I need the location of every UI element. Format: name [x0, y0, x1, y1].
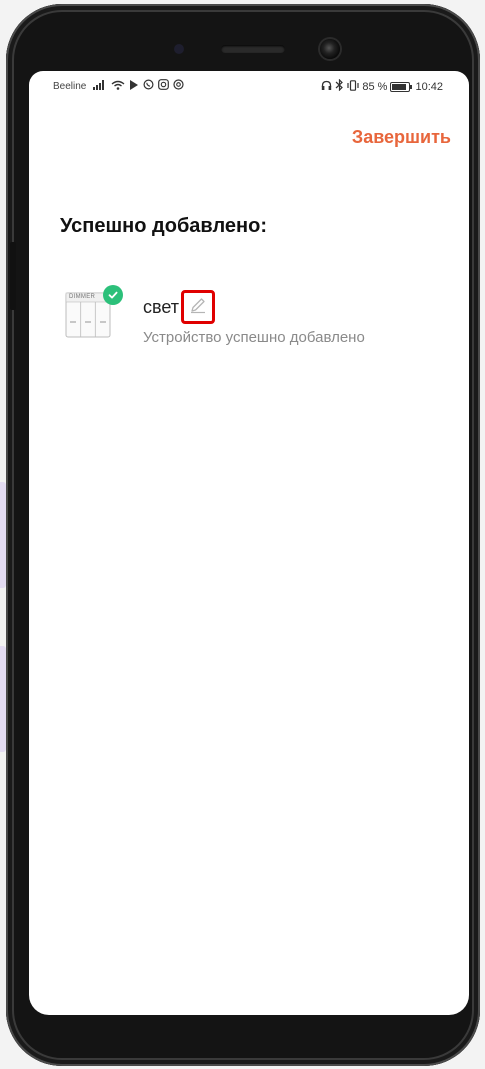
proximity-sensor [174, 44, 184, 54]
bluetooth-icon [335, 78, 344, 94]
carrier-name: Beeline [53, 81, 87, 92]
play-icon [129, 79, 139, 93]
battery-percent: 85 % [362, 80, 388, 93]
wifi-icon [111, 80, 125, 93]
front-camera [320, 39, 340, 59]
device-status: Устройство успешно добавлено [143, 329, 365, 346]
page-title: Успешно добавлено: [60, 215, 267, 237]
notification-icons [93, 79, 184, 93]
system-icons: 85 % 10:42 [321, 78, 443, 94]
device-list-item: DIMMER свет Устройство успешно добавлено [65, 285, 445, 347]
signal-icon [93, 79, 107, 93]
whatsapp-icon [143, 79, 154, 93]
pencil-icon [189, 296, 207, 319]
instagram-icon [158, 79, 169, 93]
side-button [10, 242, 16, 310]
finish-button[interactable]: Завершить [352, 127, 451, 148]
vibrate-icon [347, 79, 359, 94]
app-screen: Beeline 85 % 10:42 Завершить Успешно доб… [29, 71, 469, 1015]
headphones-icon [321, 80, 332, 94]
battery-icon [390, 81, 413, 92]
success-check-icon [103, 285, 123, 305]
clock: 10:42 [415, 80, 443, 93]
device-name: свет [143, 297, 180, 317]
status-bar: Beeline 85 % 10:42 [29, 71, 469, 101]
dimmer-label: DIMMER [69, 294, 96, 300]
at-icon [173, 79, 184, 93]
earpiece [221, 45, 285, 53]
edit-name-button[interactable] [181, 290, 215, 324]
